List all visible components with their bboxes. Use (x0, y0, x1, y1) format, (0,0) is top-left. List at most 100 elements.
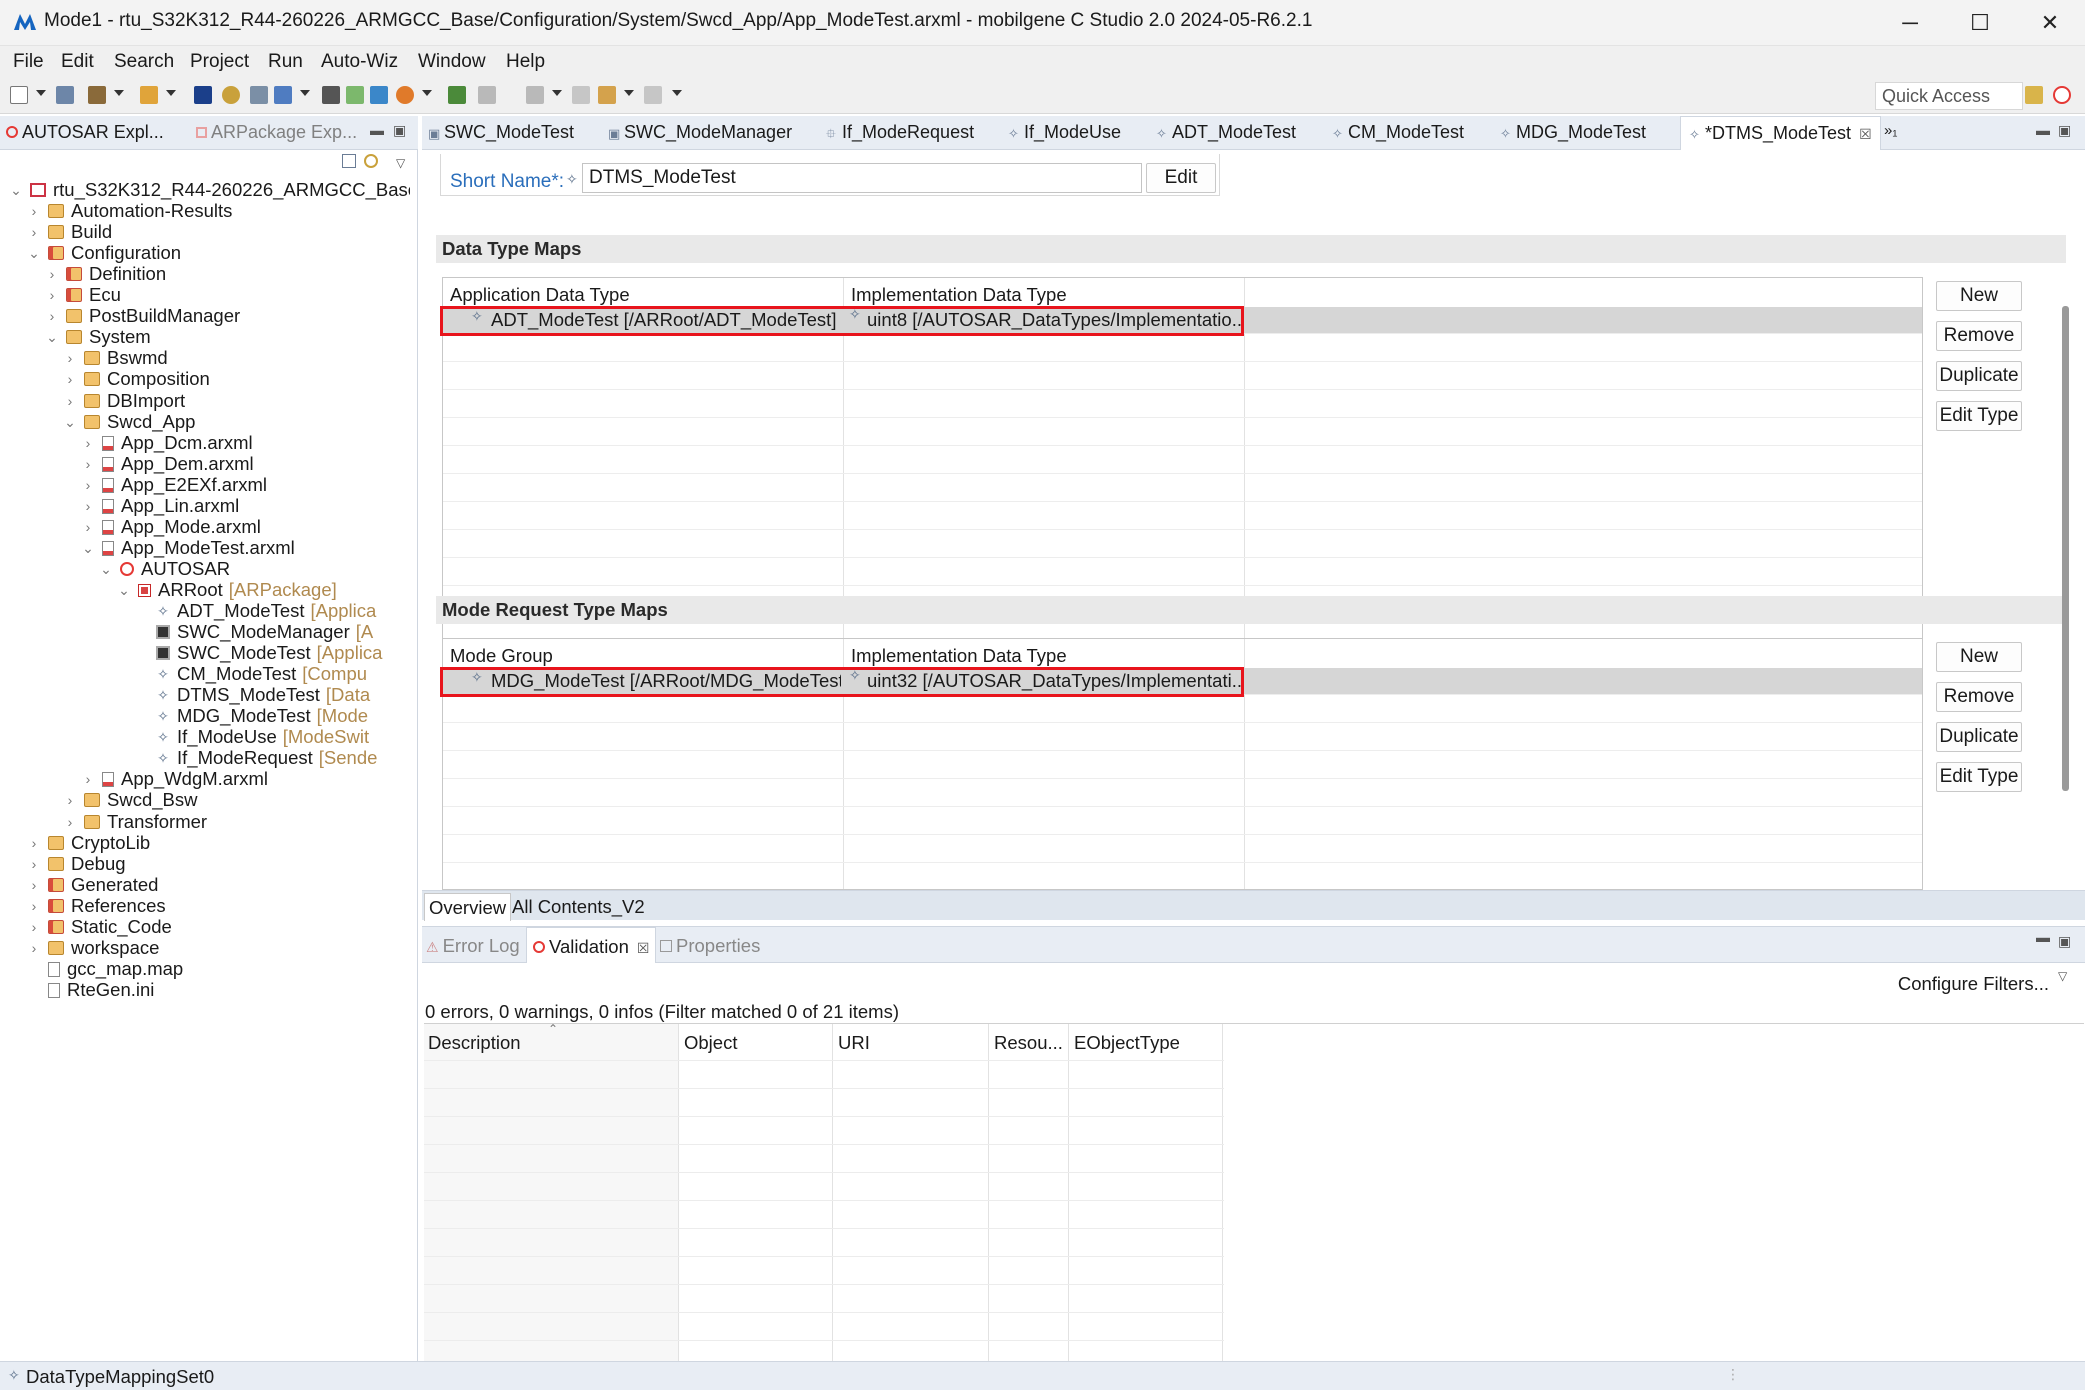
duplicate-button[interactable]: Duplicate (1936, 361, 2022, 391)
save-icon[interactable] (56, 86, 74, 104)
minimize-button[interactable]: ─ (1875, 0, 1945, 46)
chevron-down-icon[interactable]: ⌄ (98, 561, 114, 578)
menu-edit[interactable]: Edit (61, 51, 94, 73)
menu-auto-wiz[interactable]: Auto-Wiz (321, 51, 398, 73)
chevron-right-icon[interactable]: › (26, 203, 42, 219)
tab-arpackage-explorer[interactable]: ARPackage Exp... (196, 122, 357, 143)
maximize-editor-icon[interactable]: ▣ (2058, 122, 2071, 139)
column-resource[interactable]: Resou... (994, 1032, 1063, 1054)
tab-dtms-modetest[interactable]: ✧ *DTMS_ModeTest ☒ (1680, 116, 1881, 150)
edit-type-button[interactable]: Edit Type (1936, 401, 2022, 431)
maximize-view-icon[interactable]: ▣ (393, 122, 406, 139)
chevron-right-icon[interactable]: › (44, 308, 60, 324)
configure-filters-link[interactable]: Configure Filters... (1898, 973, 2049, 995)
menu-window[interactable]: Window (418, 51, 486, 73)
chevron-right-icon[interactable]: › (26, 835, 42, 851)
remove-button[interactable]: Remove (1936, 321, 2022, 351)
tab-validation[interactable]: Validation ☒ (526, 927, 657, 963)
chevron-right-icon[interactable]: › (26, 940, 42, 956)
menu-help[interactable]: Help (506, 51, 545, 73)
new-dropdown-icon[interactable] (36, 90, 46, 96)
close-tab-icon[interactable]: ☒ (1859, 126, 1872, 142)
chevron-right-icon[interactable]: › (80, 498, 96, 514)
column-header[interactable]: Implementation Data Type (851, 284, 1067, 306)
wand-dropdown-icon[interactable] (166, 90, 176, 96)
ruler-icon[interactable] (250, 86, 268, 104)
chevron-down-icon[interactable]: ⌄ (8, 182, 24, 199)
chevron-right-icon[interactable]: › (26, 877, 42, 893)
column-header[interactable]: Mode Group (450, 645, 553, 667)
run-dropdown-icon[interactable] (422, 90, 432, 96)
maximize-view-icon[interactable]: ▣ (2058, 933, 2071, 950)
tab-if-moderequest[interactable]: ⯐ If_ModeRequest (826, 122, 974, 143)
edit-button[interactable]: Edit (1146, 163, 1216, 193)
column-header[interactable]: Application Data Type (450, 284, 630, 306)
minimize-editor-icon[interactable]: ▬ (2036, 122, 2050, 138)
chevron-right-icon[interactable]: › (80, 519, 96, 535)
chevron-down-icon[interactable]: ⌄ (80, 540, 96, 557)
view-menu-icon[interactable]: ▽ (2058, 969, 2067, 983)
tool-icon[interactable] (370, 86, 388, 104)
vertical-scrollbar[interactable] (2062, 306, 2069, 791)
close-tab-icon[interactable]: ☒ (637, 940, 650, 956)
chevron-right-icon[interactable]: › (26, 919, 42, 935)
new-icon[interactable] (10, 86, 28, 104)
chevron-right-icon[interactable]: › (26, 224, 42, 240)
chevron-right-icon[interactable]: › (62, 814, 78, 830)
column-header[interactable]: Implementation Data Type (851, 645, 1067, 667)
annotation-dropdown-icon[interactable] (552, 90, 562, 96)
back-icon[interactable] (598, 86, 616, 104)
view-menu-icon[interactable]: ▽ (396, 156, 405, 170)
tab-all-contents-v2[interactable]: All Contents_V2 (508, 893, 649, 921)
window-icon[interactable] (346, 86, 364, 104)
duplicate-button[interactable]: Duplicate (1936, 722, 2022, 752)
tab-swc-modetest[interactable]: ▣ SWC_ModeTest (428, 122, 574, 143)
wand-icon[interactable] (140, 86, 158, 104)
chevron-down-icon[interactable]: ⌄ (44, 329, 60, 346)
maximize-button[interactable]: ☐ (1945, 0, 2015, 46)
chevron-right-icon[interactable]: › (62, 371, 78, 387)
chevron-right-icon[interactable]: › (62, 350, 78, 366)
perspective-icon[interactable] (2025, 86, 2043, 104)
link-icon[interactable] (448, 86, 466, 104)
menu-file[interactable]: File (13, 51, 44, 73)
chevron-right-icon[interactable]: › (44, 266, 60, 282)
tab-mdg-modetest[interactable]: ✧ MDG_ModeTest (1500, 122, 1646, 143)
short-name-input[interactable]: DTMS_ModeTest (582, 163, 1142, 193)
chart-dropdown-icon[interactable] (300, 90, 310, 96)
column-uri[interactable]: URI (838, 1032, 870, 1054)
build-icon[interactable] (88, 86, 106, 104)
sparkle-icon[interactable] (222, 86, 240, 104)
tab-if-modeuse[interactable]: ✧ If_ModeUse (1008, 122, 1121, 143)
tab-properties[interactable]: Properties (660, 935, 760, 957)
chevron-right-icon[interactable]: › (62, 792, 78, 808)
chart-icon[interactable] (274, 86, 292, 104)
chevron-right-icon[interactable]: › (44, 287, 60, 303)
chevron-right-icon[interactable]: › (80, 435, 96, 451)
tab-overview[interactable]: Overview (424, 893, 512, 921)
column-object[interactable]: Object (684, 1032, 737, 1054)
forward-icon[interactable] (644, 86, 662, 104)
autosar-perspective-icon[interactable] (2053, 86, 2071, 104)
run-icon[interactable] (396, 86, 414, 104)
tab-autosar-explorer[interactable]: AUTOSAR Expl... (6, 122, 164, 143)
link-editor-icon[interactable] (364, 154, 378, 168)
tab-error-log[interactable]: ⚠ Error Log (426, 935, 520, 957)
edit-type-button[interactable]: Edit Type (1936, 762, 2022, 792)
chevron-down-icon[interactable]: ⌄ (116, 582, 132, 599)
chevron-right-icon[interactable]: › (80, 456, 96, 472)
forward-dropdown-icon[interactable] (672, 90, 682, 96)
chevron-right-icon[interactable]: › (26, 898, 42, 914)
new-button[interactable]: New (1936, 642, 2022, 672)
more-tabs-button[interactable]: »₁ (1884, 122, 1897, 139)
column-description[interactable]: Description (428, 1032, 521, 1054)
chevron-right-icon[interactable]: › (80, 771, 96, 787)
quick-access-input[interactable]: Quick Access (1875, 82, 2023, 110)
table-icon[interactable] (322, 86, 340, 104)
tree-item[interactable]: RteGen.ini (26, 976, 154, 1004)
column-eobjecttype[interactable]: EObjectType (1074, 1032, 1180, 1054)
remove-button[interactable]: Remove (1936, 682, 2022, 712)
chevron-down-icon[interactable]: ⌄ (26, 245, 42, 262)
tab-adt-modetest[interactable]: ✧ ADT_ModeTest (1156, 122, 1296, 143)
chevron-right-icon[interactable]: › (80, 477, 96, 493)
